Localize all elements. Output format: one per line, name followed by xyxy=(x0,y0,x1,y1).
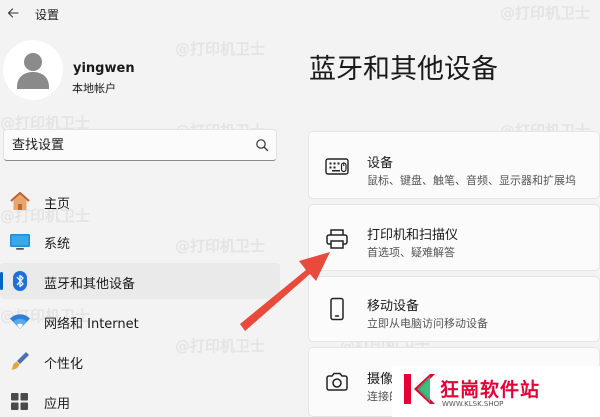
back-button[interactable] xyxy=(2,2,24,24)
arrow-left-icon xyxy=(7,8,19,18)
logo-k-icon xyxy=(404,374,435,404)
paintbrush-icon xyxy=(11,352,29,370)
search-box[interactable] xyxy=(3,129,277,161)
user-name: yingwen xyxy=(73,61,135,76)
sidebar-item-label: 系统 xyxy=(44,237,71,252)
sidebar-item-system[interactable]: 系统 xyxy=(0,223,280,259)
bluetooth-icon xyxy=(13,271,27,291)
sidebar-item-personalization[interactable]: 个性化 xyxy=(0,343,280,379)
user-account-type: 本地帐户 xyxy=(72,82,116,95)
card-title: 设备 xyxy=(367,156,394,171)
app-title: 设置 xyxy=(35,8,60,22)
sidebar-item-label: 应用 xyxy=(44,397,71,412)
card-subtitle: 首选项、疑难解答 xyxy=(367,246,455,259)
title-bar: 设置 xyxy=(0,0,600,26)
search-icon[interactable] xyxy=(255,138,269,152)
sidebar-item-apps[interactable]: 应用 xyxy=(0,383,280,417)
card-title: 移动设备 xyxy=(367,299,420,314)
search-input[interactable] xyxy=(12,130,242,160)
site-logo: 狂崗软件站 WWW.KLSK.SHOP xyxy=(392,366,600,417)
avatar[interactable] xyxy=(3,40,63,100)
selection-indicator xyxy=(0,272,3,290)
card-mobile-devices[interactable]: 移动设备 立即从电脑访问移动设备 xyxy=(308,276,600,342)
sidebar-item-label: 网络和 Internet xyxy=(44,317,139,332)
sidebar-item-label: 主页 xyxy=(44,197,71,212)
monitor-icon xyxy=(10,234,30,250)
sidebar-item-bluetooth[interactable]: 蓝牙和其他设备 xyxy=(0,263,280,299)
sidebar-item-label: 个性化 xyxy=(44,357,84,372)
phone-icon xyxy=(330,297,344,321)
keyboard-icon xyxy=(325,158,349,175)
home-icon xyxy=(10,192,30,210)
sidebar-item-network[interactable]: 网络和 Internet xyxy=(0,303,280,339)
camera-icon xyxy=(326,372,348,391)
logo-url: WWW.KLSK.SHOP xyxy=(442,400,504,408)
card-devices[interactable]: 设备 鼠标、键盘、触笔、音频、显示器和扩展坞 xyxy=(308,131,600,199)
printer-icon xyxy=(326,229,348,249)
logo-name: 狂崗软件站 xyxy=(440,379,541,401)
sidebar-item-home[interactable]: 主页 xyxy=(0,183,280,219)
wifi-icon xyxy=(10,314,30,329)
card-title: 打印机和扫描仪 xyxy=(367,228,459,243)
page-title: 蓝牙和其他设备 xyxy=(309,54,498,85)
card-printers-scanners[interactable]: 打印机和扫描仪 首选项、疑难解答 xyxy=(308,204,600,271)
user-icon xyxy=(17,53,49,89)
card-subtitle: 立即从电脑访问移动设备 xyxy=(367,317,488,330)
sidebar-item-label: 蓝牙和其他设备 xyxy=(44,277,136,292)
watermark: @打印机卫士 xyxy=(175,40,266,58)
apps-icon xyxy=(11,393,28,410)
card-subtitle: 鼠标、键盘、触笔、音频、显示器和扩展坞 xyxy=(367,174,576,187)
